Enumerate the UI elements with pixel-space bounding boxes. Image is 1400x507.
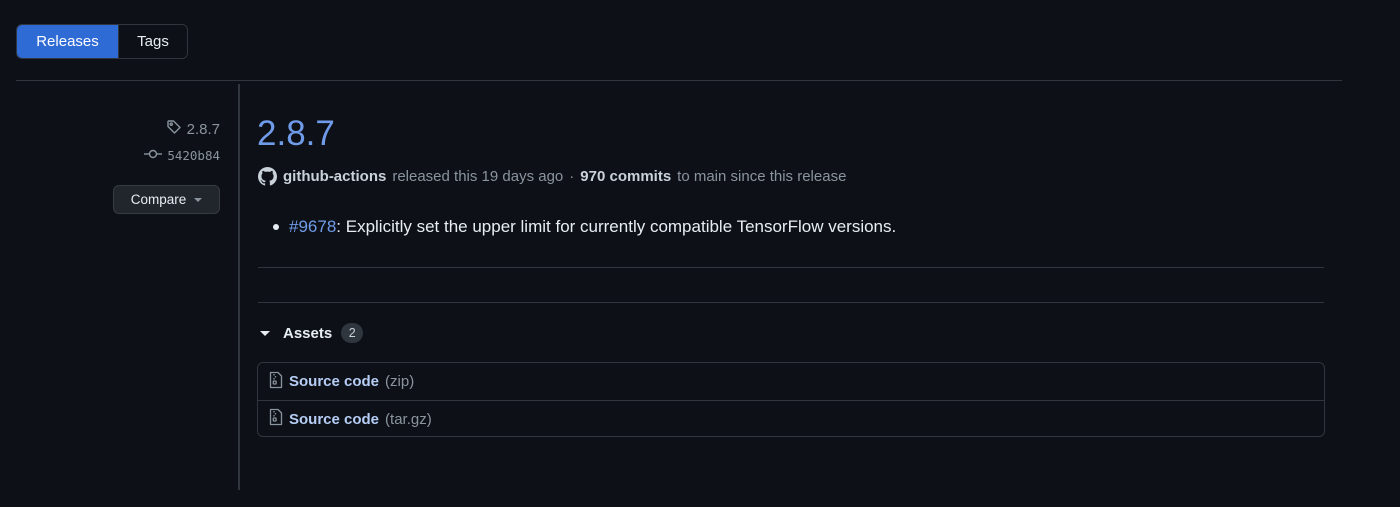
release-tabs: Releases Tags (16, 24, 188, 59)
pr-link[interactable]: #9678 (289, 217, 336, 236)
compare-label: Compare (130, 192, 187, 207)
asset-name[interactable]: Source code (289, 411, 379, 428)
bullet-icon (273, 224, 279, 230)
file-zip-icon (269, 371, 283, 393)
release-meta: github-actions released this 19 days ago… (258, 167, 846, 186)
compare-button[interactable]: Compare (113, 185, 220, 214)
assets-toggle[interactable]: Assets 2 (260, 323, 364, 343)
github-logo-icon[interactable] (258, 167, 277, 186)
author-link[interactable]: github-actions (283, 168, 386, 185)
assets-label: Assets (283, 324, 333, 342)
asset-row-zip[interactable]: Source code (zip) (258, 363, 1324, 400)
note-text: : Explicitly set the upper limit for cur… (336, 217, 897, 236)
asset-row-targz[interactable]: Source code (tar.gz) (258, 400, 1324, 437)
tag-link[interactable]: 2.8.7 (166, 119, 220, 139)
meta-separator: · (569, 168, 575, 185)
commit-icon (144, 148, 163, 163)
released-text: released this 19 days ago (392, 168, 564, 185)
asset-name[interactable]: Source code (289, 373, 379, 390)
commit-link[interactable]: 5420b84 (144, 148, 220, 163)
file-zip-icon (269, 408, 283, 430)
tag-label: 2.8.7 (186, 120, 220, 138)
triangle-down-icon (260, 330, 270, 336)
timeline-divider (238, 84, 240, 490)
commits-suffix: to main since this release (677, 168, 847, 185)
assets-divider (258, 302, 1324, 303)
asset-ext: (zip) (385, 373, 415, 390)
commit-sha: 5420b84 (167, 148, 220, 163)
tag-icon (166, 119, 182, 139)
release-title[interactable]: 2.8.7 (257, 112, 335, 156)
assets-list: Source code (zip) Source code (tar.gz) (257, 362, 1325, 437)
assets-count-badge: 2 (341, 323, 364, 343)
release-note-item: #9678: Explicitly set the upper limit fo… (273, 217, 896, 237)
tab-tags[interactable]: Tags (118, 25, 187, 58)
header-divider (16, 80, 1342, 81)
tab-releases[interactable]: Releases (17, 25, 118, 58)
asset-ext: (tar.gz) (385, 410, 432, 428)
release-divider (258, 267, 1324, 268)
chevron-down-icon (194, 197, 203, 202)
commits-link[interactable]: 970 commits (580, 168, 671, 185)
